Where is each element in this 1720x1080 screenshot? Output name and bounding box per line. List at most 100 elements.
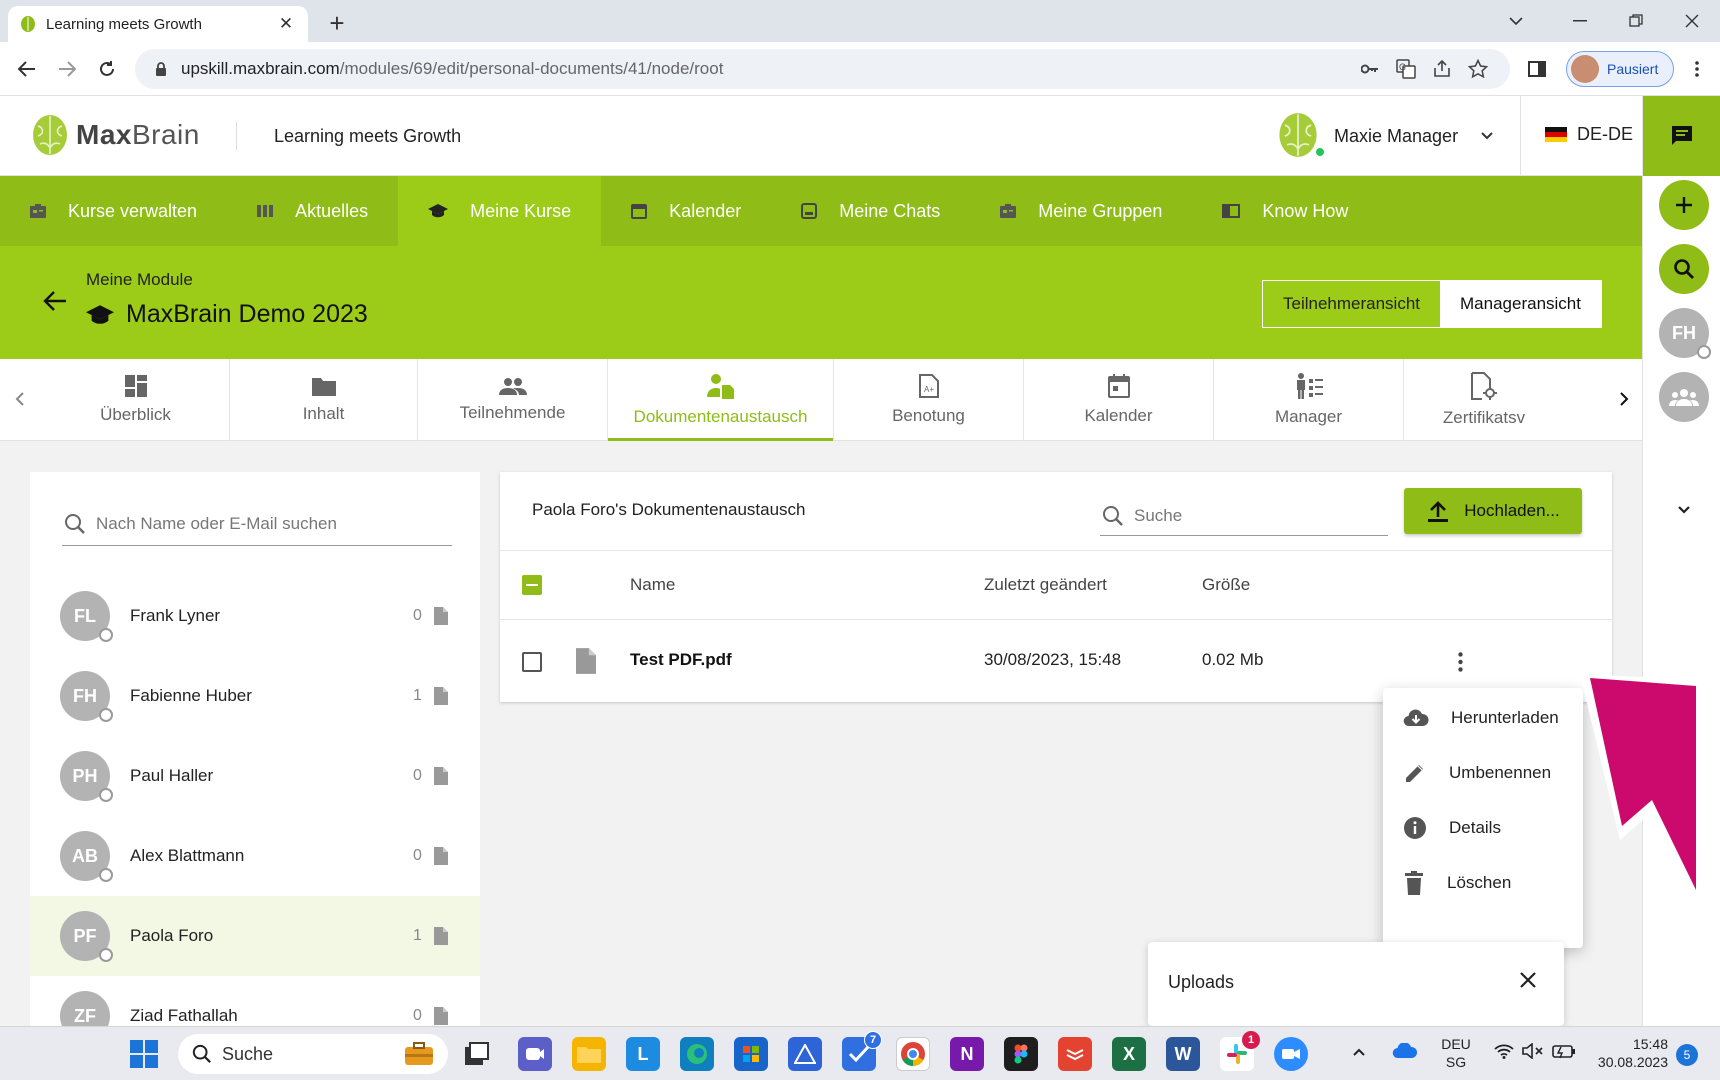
nav-meine-kurse[interactable]: Meine Kurse xyxy=(398,176,602,246)
zoom-icon[interactable] xyxy=(1274,1037,1308,1071)
column-name[interactable]: Name xyxy=(630,575,675,595)
participant-row-selected[interactable]: PF Paola Foro 1 xyxy=(30,896,480,976)
manager-view-button[interactable]: Manageransicht xyxy=(1440,281,1601,327)
participant-row[interactable]: FH Fabienne Huber 1 xyxy=(30,656,480,736)
breadcrumb[interactable]: Meine Module xyxy=(86,270,193,290)
wifi-icon[interactable] xyxy=(1494,1043,1514,1059)
keyboard-language[interactable]: DEU SG xyxy=(1436,1035,1476,1071)
slack-icon[interactable]: 1 xyxy=(1220,1031,1260,1071)
todoist-icon[interactable] xyxy=(1058,1037,1092,1071)
menu-item-details[interactable]: Details xyxy=(1383,798,1583,858)
notification-badge[interactable]: 5 xyxy=(1676,1044,1698,1066)
muted-speaker-icon[interactable] xyxy=(1522,1043,1544,1059)
row-menu-kebab-icon[interactable] xyxy=(1448,650,1472,674)
reload-icon[interactable] xyxy=(90,52,124,86)
file-explorer-icon[interactable] xyxy=(572,1037,606,1071)
clock[interactable]: 15:48 30.08.2023 xyxy=(1580,1035,1668,1071)
minimize-icon[interactable] xyxy=(1560,6,1600,36)
edge-icon[interactable] xyxy=(680,1037,714,1071)
nav-meine-gruppen[interactable]: Meine Gruppen xyxy=(970,176,1192,246)
back-arrow-icon[interactable] xyxy=(40,286,70,316)
upload-button[interactable]: Hochladen... xyxy=(1404,488,1582,534)
rail-user-avatar[interactable]: FH xyxy=(1659,308,1711,359)
tab-close-icon[interactable]: ✕ xyxy=(276,14,296,34)
tab-teilnehmende[interactable]: Teilnehmende xyxy=(418,359,608,441)
teams-icon[interactable] xyxy=(518,1037,552,1071)
groups-button[interactable] xyxy=(1659,372,1709,422)
nav-meine-chats[interactable]: Meine Chats xyxy=(771,176,970,246)
tab-search-chevron-icon[interactable] xyxy=(1496,6,1536,36)
task-view-icon[interactable] xyxy=(460,1037,494,1071)
share-icon[interactable] xyxy=(1431,58,1453,80)
restore-icon[interactable] xyxy=(1616,6,1656,36)
participant-row[interactable]: ZF Ziad Fathallah 0 xyxy=(30,976,480,1026)
tabs-scroll-right-icon[interactable] xyxy=(1610,385,1638,413)
browser-tab[interactable]: Learning meets Growth ✕ xyxy=(8,6,308,42)
nav-kalender[interactable]: Kalender xyxy=(601,176,771,246)
select-all-checkbox[interactable] xyxy=(522,575,542,595)
participant-row[interactable]: FL Frank Lyner 0 xyxy=(30,576,480,656)
menu-item-rename[interactable]: Umbenennen xyxy=(1383,743,1583,803)
brain-favicon-icon xyxy=(21,16,35,32)
windows-start-icon[interactable] xyxy=(130,1040,158,1068)
battery-icon[interactable] xyxy=(1552,1043,1576,1059)
menu-item-delete[interactable]: Löschen xyxy=(1383,853,1583,913)
global-search-button[interactable] xyxy=(1659,244,1709,294)
back-icon[interactable] xyxy=(10,52,44,86)
store-icon[interactable] xyxy=(734,1037,768,1071)
rail-expand-chevron-icon[interactable] xyxy=(1670,496,1698,524)
onenote-icon[interactable]: N xyxy=(950,1037,984,1071)
user-menu[interactable]: Maxie Manager xyxy=(1278,112,1494,160)
language-selector[interactable]: DE-DE xyxy=(1545,124,1633,145)
nav-kurse-verwalten[interactable]: Kurse verwalten xyxy=(0,176,227,246)
figma-icon[interactable] xyxy=(1004,1037,1038,1071)
tab-ueberblick[interactable]: Überblick xyxy=(42,359,230,441)
file-name[interactable]: Test PDF.pdf xyxy=(630,650,732,670)
tray-chevron-up-icon[interactable] xyxy=(1352,1047,1366,1057)
participant-search-input[interactable]: Nach Name oder E-Mail suchen xyxy=(62,502,452,546)
tab-inhalt[interactable]: Inhalt xyxy=(230,359,418,441)
maxbrain-logo[interactable]: MaxBrain xyxy=(32,114,200,156)
word-icon[interactable]: W xyxy=(1166,1037,1200,1071)
chrome-icon[interactable] xyxy=(896,1037,930,1071)
excel-icon[interactable]: X xyxy=(1112,1037,1146,1071)
app-l-icon[interactable]: L xyxy=(626,1037,660,1071)
menu-item-download[interactable]: Herunterladen xyxy=(1383,688,1583,748)
tab-manager[interactable]: Manager xyxy=(1214,359,1404,441)
tab-zertifikat[interactable]: Zertifikatsv xyxy=(1404,359,1564,441)
column-modified[interactable]: Zuletzt geändert xyxy=(984,575,1107,595)
row-checkbox[interactable] xyxy=(522,652,542,672)
tab-benotung[interactable]: A+ Benotung xyxy=(834,359,1024,441)
nav-aktuelles[interactable]: Aktuelles xyxy=(227,176,398,246)
document-search-input[interactable]: Suche xyxy=(1100,496,1388,536)
menu-dots-icon[interactable] xyxy=(1680,52,1714,86)
participant-row[interactable]: AB Alex Blattmann 0 xyxy=(30,816,480,896)
language-label: DE-DE xyxy=(1577,124,1634,144)
tabs-scroll-left-icon[interactable] xyxy=(6,385,34,413)
affinity-icon[interactable] xyxy=(788,1037,822,1071)
participant-view-button[interactable]: Teilnehmeransicht xyxy=(1263,281,1440,327)
forward-icon[interactable] xyxy=(50,52,84,86)
address-bar[interactable]: upskill.maxbrain.com/modules/69/edit/per… xyxy=(135,49,1510,89)
todo-icon[interactable]: 7 xyxy=(842,1031,882,1071)
module-header: Meine Module MaxBrain Demo 2023 Teilnehm… xyxy=(0,246,1642,359)
uploads-close-icon[interactable] xyxy=(1514,966,1542,994)
new-tab-icon[interactable]: + xyxy=(322,8,352,38)
profile-button[interactable]: Pausiert xyxy=(1566,51,1674,87)
translate-icon[interactable]: G xyxy=(1395,58,1417,80)
bookmark-star-icon[interactable] xyxy=(1467,58,1489,80)
onedrive-icon[interactable] xyxy=(1392,1043,1418,1059)
participant-avatar: PH xyxy=(60,751,113,802)
tab-kalender[interactable]: Kalender xyxy=(1024,359,1214,441)
nav-know-how[interactable]: Know How xyxy=(1192,176,1378,246)
participant-row[interactable]: PH Paul Haller 0 xyxy=(30,736,480,816)
tab-label: Teilnehmende xyxy=(459,403,566,422)
window-close-icon[interactable] xyxy=(1672,6,1712,36)
sidepanel-icon[interactable] xyxy=(1520,52,1554,86)
chat-panel-button[interactable] xyxy=(1643,96,1720,176)
taskbar-search[interactable]: Suche xyxy=(178,1034,448,1074)
tab-dokumentenaustausch[interactable]: Dokumentenaustausch xyxy=(608,359,834,441)
key-icon[interactable] xyxy=(1359,58,1381,80)
add-button[interactable] xyxy=(1659,180,1709,230)
column-size[interactable]: Größe xyxy=(1202,575,1250,595)
